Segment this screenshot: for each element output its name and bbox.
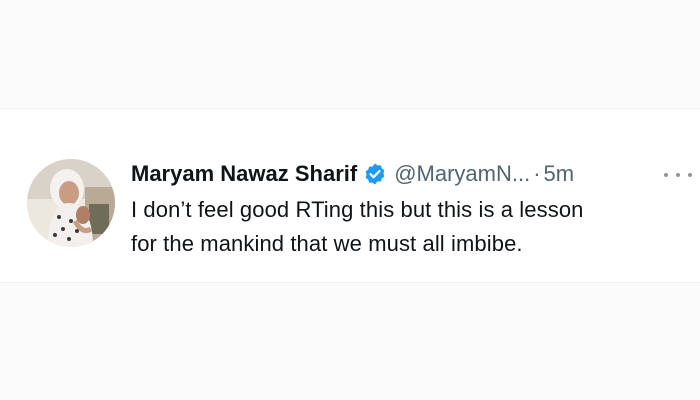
more-dot xyxy=(676,173,680,177)
divider xyxy=(0,108,700,109)
tweet-header: Maryam Nawaz Sharif @MaryamN... · 5m xyxy=(131,157,574,191)
avatar-image xyxy=(27,159,115,247)
top-background xyxy=(0,0,700,110)
verified-badge-icon xyxy=(363,162,387,186)
author-handle[interactable]: @MaryamN... xyxy=(394,161,530,187)
more-dot xyxy=(688,173,692,177)
more-horizontal-icon[interactable] xyxy=(664,165,692,185)
more-dot xyxy=(664,173,668,177)
bottom-background xyxy=(0,283,700,400)
separator-dot: · xyxy=(533,161,541,186)
tweet-text-line: I don’t feel good RTing this but this is… xyxy=(131,197,584,222)
tweet-text: I don’t feel good RTing this but this is… xyxy=(131,193,651,261)
avatar[interactable] xyxy=(27,159,115,247)
tweet-timestamp[interactable]: 5m xyxy=(544,161,575,187)
tweet-text-line: for the mankind that we must all imbibe. xyxy=(131,231,523,256)
author-name[interactable]: Maryam Nawaz Sharif xyxy=(131,161,357,187)
tweet[interactable]: Maryam Nawaz Sharif @MaryamN... · 5m I d… xyxy=(0,135,700,275)
